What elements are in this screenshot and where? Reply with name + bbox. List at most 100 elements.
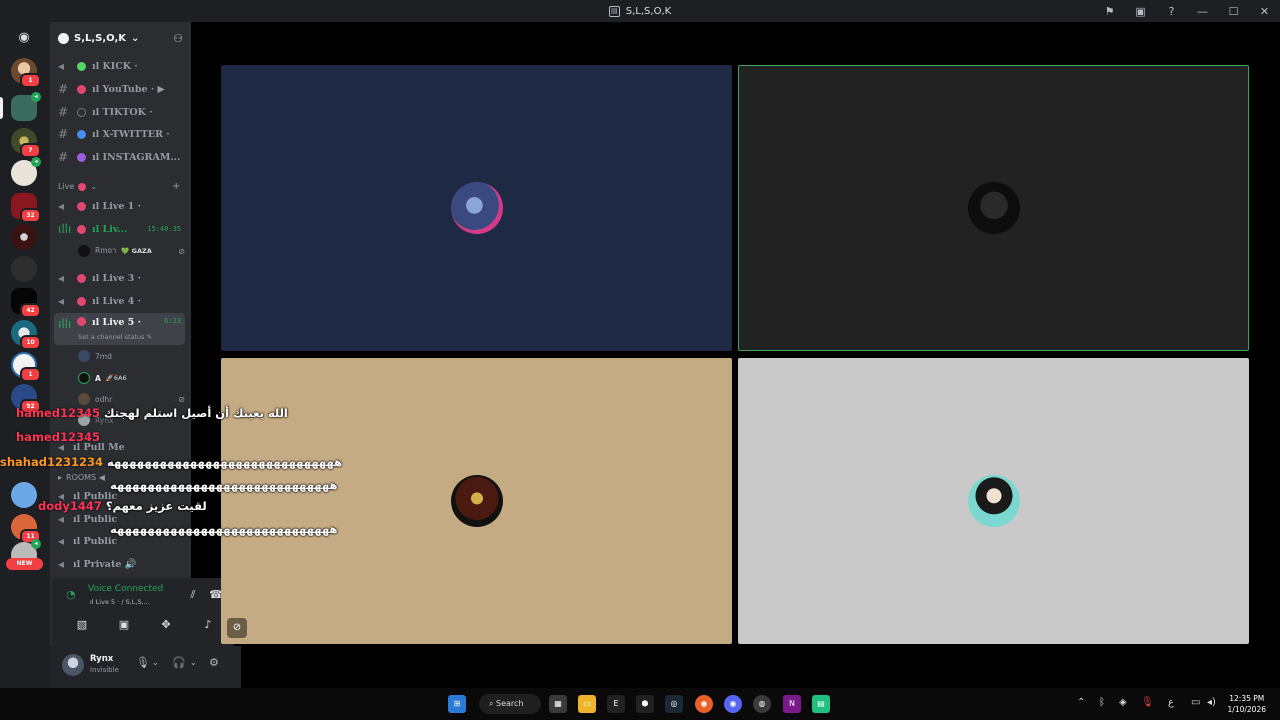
channel-label: ıl KICK · [92, 60, 138, 72]
activities-icon[interactable]: ✥ [155, 618, 177, 631]
clock-time: 12:35 PM [1229, 694, 1265, 703]
server-icon[interactable]: 32 [11, 193, 41, 223]
new-badge[interactable]: NEW [6, 558, 43, 570]
widgets-icon[interactable]: ▦ [549, 695, 567, 713]
minimize-button[interactable]: — [1187, 5, 1218, 18]
chevron-up-icon[interactable]: ⌃ [1077, 697, 1085, 708]
status-dot [77, 296, 86, 306]
voice-user[interactable]: 7md [78, 347, 185, 365]
channel-live-3[interactable]: ◂ ıl Live 3 · [54, 268, 185, 288]
channel-live-2[interactable]: ıllı ıl Liv... 15:40:35 [54, 219, 185, 239]
channel-status-input[interactable]: Set a channel status ✎ [78, 333, 152, 341]
chevron-down-icon[interactable]: ⌄ [152, 658, 159, 667]
voice-active-icon: ıllı [58, 317, 72, 331]
status-dot [78, 182, 87, 191]
server-header[interactable]: S,L,S,O,K ⌄ ⚇ [50, 22, 191, 54]
server-icon[interactable]: 42 [11, 288, 41, 318]
clock[interactable]: 12:35 PM 1/10/2026 [1228, 693, 1266, 715]
muted-mic-icon: ⊘ [227, 618, 247, 638]
search-box[interactable]: ⌕ Search [479, 694, 541, 714]
file-explorer-icon[interactable]: ▭ [578, 695, 596, 713]
camera-off-icon[interactable]: ▧ [71, 618, 93, 631]
app-icon[interactable]: ⬢ [636, 695, 654, 713]
chat-message: هههههههههههههههههههههههههههههه [106, 522, 338, 536]
chrome-icon[interactable]: ◍ [753, 695, 771, 713]
channel-instagram[interactable]: # ıl INSTAGRAM... [54, 147, 185, 167]
category-rooms[interactable]: ▸ ROOMS ◀ [58, 473, 105, 482]
server-icon[interactable] [11, 224, 37, 250]
channel-x-twitter[interactable]: # ıl X-TWITTER · [54, 124, 185, 144]
server-icon[interactable]: 1 [11, 352, 41, 382]
status-dot [77, 201, 86, 211]
microphone-icon[interactable]: 🎙 [1141, 697, 1154, 708]
next-icon[interactable]: N [783, 695, 801, 713]
server-icon[interactable]: 10 [11, 320, 41, 350]
gear-icon[interactable]: ⚙ [209, 656, 219, 669]
user-name[interactable]: Rynx [90, 654, 113, 664]
start-icon[interactable]: ⊞ [448, 695, 466, 713]
avatar [78, 350, 90, 362]
hash-icon: # [58, 150, 69, 164]
headphones-icon[interactable]: 🎧 [172, 656, 186, 669]
add-user-icon[interactable]: ⚇ [173, 32, 183, 45]
flag-icon[interactable]: ⚑ [1094, 5, 1125, 18]
epic-games-icon[interactable]: E [607, 695, 625, 713]
add-channel-icon[interactable]: + [172, 181, 180, 192]
server-guide-icon [58, 32, 69, 44]
bluetooth-icon[interactable]: ᛒ [1099, 697, 1105, 708]
user-panel: Rynx Invisible 🎙 ⌄ 🎧 ⌄ ⚙ [50, 646, 241, 688]
server-icon[interactable] [11, 482, 37, 508]
channel-youtube[interactable]: # ıl YouTube · ▶ [54, 79, 185, 99]
network-icon[interactable]: ◈ [1119, 697, 1127, 708]
avatar[interactable] [62, 654, 84, 676]
voice-user[interactable]: Rmoา 💚 GAZA ⊘ [78, 242, 185, 260]
discord-home-icon[interactable]: ◉ [11, 28, 37, 48]
server-icon[interactable]: ◂ [11, 157, 41, 186]
server-icon[interactable]: 7 [11, 128, 41, 158]
chat-message: هههههههههههههههههههههههههههههه [106, 478, 338, 492]
server-icon[interactable]: 11 [11, 514, 41, 544]
noise-suppression-icon[interactable]: ⫽ [182, 588, 204, 602]
display-icon[interactable]: ▭ [1191, 697, 1200, 708]
maximize-button[interactable]: ☐ [1218, 5, 1249, 18]
title-bar: ▤ S,L,S,O,K ⚑ ▣ ? — ☐ ✕ [0, 0, 1280, 22]
volume-icon[interactable]: ◂) [1207, 697, 1216, 708]
discord-icon[interactable]: ◉ [724, 695, 742, 713]
speaker-icon: ◂ [58, 557, 65, 571]
screen-icon[interactable]: ▣ [1125, 5, 1156, 18]
soundboard-icon[interactable]: ♪ [197, 618, 219, 631]
category-live[interactable]: Live ⌄ + [58, 181, 180, 192]
server-icon[interactable]: 1 [11, 58, 41, 88]
server-rail: ◉ 1 ◂ 7 ◂ 32 42 10 1 92 11 ◂ NEW [0, 22, 50, 688]
app-icon[interactable]: ▤ [812, 695, 830, 713]
speaker-icon: ◂ [58, 512, 65, 526]
channel-private[interactable]: ◂ ıl Private 🔊 [54, 554, 185, 574]
voice-connected-label[interactable]: Voice Connected [88, 584, 163, 594]
server-icon[interactable] [11, 256, 37, 282]
channel-live-4[interactable]: ◂ ıl Live 4 · [54, 291, 185, 311]
firefox-icon[interactable]: ◉ [695, 695, 713, 713]
avatar [78, 245, 90, 257]
steam-icon[interactable]: ◎ [665, 695, 683, 713]
video-tile[interactable] [738, 358, 1249, 644]
chevron-down-icon: ⌄ [131, 32, 140, 44]
chevron-right-icon: ▸ [58, 473, 63, 482]
hash-icon: # [58, 105, 69, 119]
speaker-icon: ◂ [58, 59, 65, 73]
help-icon[interactable]: ? [1156, 5, 1187, 18]
video-tile-speaking[interactable] [738, 65, 1249, 351]
channel-kick[interactable]: ◂ ıl KICK · [54, 56, 185, 76]
channel-live-1[interactable]: ◂ ıl Live 1 · [54, 196, 185, 216]
microphone-icon[interactable]: 🎙 [136, 656, 150, 669]
voice-user[interactable]: A 🚀6A6 [78, 369, 185, 387]
video-tile[interactable] [221, 65, 732, 351]
language-indicator[interactable]: ع [1168, 697, 1174, 708]
chevron-down-icon: ⌄ [90, 182, 98, 191]
chevron-down-icon[interactable]: ⌄ [190, 658, 197, 667]
screen-share-icon[interactable]: ▣ [113, 618, 135, 631]
video-tile[interactable]: ⊘ [221, 358, 732, 644]
channel-tiktok[interactable]: # ıl TIKTOK · [54, 102, 185, 122]
server-icon-active[interactable]: ◂ [11, 92, 41, 121]
close-button[interactable]: ✕ [1249, 5, 1280, 18]
voice-location[interactable]: ıl Live 5 · / S,L,S,... [90, 598, 150, 606]
